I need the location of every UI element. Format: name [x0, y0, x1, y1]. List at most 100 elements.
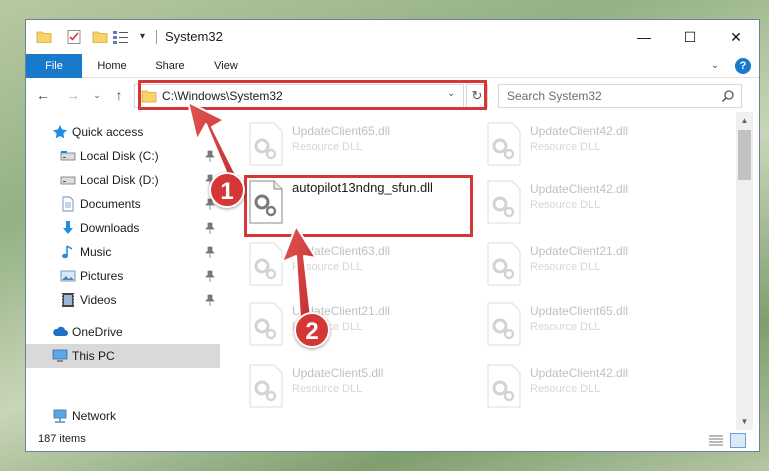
- file-name: UpdateClient65.dll: [292, 124, 391, 138]
- sidebar-item-local-disk-c[interactable]: Local Disk (C:): [26, 144, 220, 168]
- pin-icon[interactable]: [205, 294, 215, 306]
- dll-file-icon: [249, 242, 283, 286]
- properties-icon[interactable]: [66, 29, 82, 45]
- file-name: UpdateClient63.dll: [292, 244, 391, 258]
- pictures-icon: [60, 270, 76, 282]
- vertical-scrollbar[interactable]: ▲ ▼: [736, 112, 753, 430]
- dll-file-icon: [249, 364, 283, 408]
- sidebar-item-label: Downloads: [80, 221, 140, 235]
- maximize-button[interactable]: ☐: [667, 20, 713, 54]
- help-icon[interactable]: ?: [735, 58, 751, 74]
- pin-icon[interactable]: [205, 270, 215, 282]
- view-options-icon[interactable]: [112, 29, 130, 45]
- dll-file-icon: [487, 122, 521, 166]
- pin-icon[interactable]: [205, 150, 215, 162]
- tab-share[interactable]: Share: [142, 54, 198, 78]
- sidebar-item-this-pc[interactable]: This PC: [26, 344, 220, 368]
- dll-file-icon: [487, 242, 521, 286]
- file-type: Resource DLL: [292, 261, 363, 273]
- new-folder-icon[interactable]: [92, 29, 108, 45]
- sidebar-item-label: Pictures: [80, 269, 124, 283]
- sidebar-item-label: Network: [72, 409, 117, 423]
- sidebar-item-music[interactable]: Music: [26, 240, 220, 264]
- file-type: Resource DLL: [530, 141, 601, 153]
- step-2-badge: 2: [294, 312, 330, 348]
- forward-button[interactable]: →: [64, 86, 82, 104]
- sidebar-item-quick-access[interactable]: Quick access: [26, 120, 220, 144]
- file-name: UpdateClient65.dll: [530, 304, 629, 318]
- drive-icon: [60, 176, 76, 185]
- sidebar-item-label: Music: [80, 245, 112, 259]
- back-button[interactable]: ←: [34, 86, 52, 104]
- network-icon: [53, 409, 67, 423]
- search-box[interactable]: [498, 84, 742, 108]
- file-name: UpdateClient42.dll: [530, 124, 629, 138]
- sidebar-item-label: Videos: [80, 293, 117, 307]
- pin-icon[interactable]: [205, 222, 215, 234]
- music-icon: [62, 245, 73, 259]
- dll-file-icon: [487, 302, 521, 346]
- step-1-badge: 1: [209, 172, 245, 208]
- expand-ribbon-icon[interactable]: ⌄: [709, 60, 721, 72]
- sidebar-item-documents[interactable]: Documents: [26, 192, 220, 216]
- list-item[interactable]: UpdateClient5.dll Resource DLL: [244, 360, 474, 416]
- file-type: Resource DLL: [292, 141, 363, 153]
- file-name: UpdateClient42.dll: [530, 182, 629, 196]
- file-type: Resource DLL: [292, 383, 363, 395]
- tab-view[interactable]: View: [200, 54, 252, 78]
- computer-icon: [52, 349, 68, 362]
- list-item[interactable]: UpdateClient42.dll Resource DLL: [482, 360, 712, 416]
- list-item[interactable]: UpdateClient21.dll Resource DLL: [244, 298, 474, 354]
- tab-home[interactable]: Home: [84, 54, 140, 78]
- item-count: 187 items: [38, 433, 86, 445]
- sidebar-item-pictures[interactable]: Pictures: [26, 264, 220, 288]
- list-item[interactable]: UpdateClient42.dll Resource DLL: [482, 176, 712, 232]
- videos-icon: [62, 293, 74, 307]
- close-button[interactable]: ✕: [713, 20, 759, 54]
- sidebar-item-label: OneDrive: [72, 325, 123, 339]
- sidebar-item-videos[interactable]: Videos: [26, 288, 220, 312]
- search-icon[interactable]: [721, 89, 735, 103]
- status-bar: 187 items: [26, 430, 759, 451]
- title-separator: [156, 30, 157, 44]
- tab-file[interactable]: File: [26, 54, 82, 78]
- download-icon: [63, 221, 73, 234]
- large-icons-view-icon[interactable]: [730, 433, 746, 448]
- customize-toolbar-dropdown[interactable]: ▾: [140, 29, 156, 45]
- sidebar-item-local-disk-d[interactable]: Local Disk (D:): [26, 168, 220, 192]
- list-item[interactable]: UpdateClient42.dll Resource DLL: [482, 118, 712, 174]
- minimize-button[interactable]: —: [621, 20, 667, 54]
- cloud-icon: [53, 326, 68, 336]
- window-title: System32: [165, 29, 223, 44]
- sidebar-item-label: Quick access: [72, 125, 144, 139]
- folder-icon[interactable]: [36, 29, 52, 45]
- recent-locations-button[interactable]: ⌄: [88, 86, 106, 104]
- scroll-up-arrow-icon[interactable]: ▲: [736, 112, 753, 129]
- list-item[interactable]: UpdateClient63.dll Resource DLL: [244, 238, 474, 294]
- sidebar-item-label: Documents: [80, 197, 141, 211]
- pin-icon[interactable]: [205, 246, 215, 258]
- file-type: Resource DLL: [530, 199, 601, 211]
- sidebar-item-downloads[interactable]: Downloads: [26, 216, 220, 240]
- sidebar-item-label: This PC: [72, 349, 115, 363]
- list-item[interactable]: UpdateClient21.dll Resource DLL: [482, 238, 712, 294]
- details-view-icon[interactable]: [708, 434, 724, 447]
- up-button[interactable]: ↑: [110, 86, 128, 104]
- address-highlight-frame: [138, 80, 487, 110]
- sidebar-item-label: Local Disk (D:): [80, 173, 159, 187]
- title-bar: ▾ System32 — ☐ ✕: [26, 20, 759, 54]
- search-input[interactable]: [507, 88, 707, 104]
- scroll-down-arrow-icon[interactable]: ▼: [736, 413, 753, 430]
- file-type: Resource DLL: [530, 261, 601, 273]
- scroll-thumb[interactable]: [738, 130, 751, 180]
- ribbon-tabs: File Home Share View ⌄ ?: [26, 54, 759, 78]
- sidebar-item-onedrive[interactable]: OneDrive: [26, 320, 220, 344]
- list-item[interactable]: UpdateClient65.dll Resource DLL: [244, 118, 474, 174]
- dll-file-icon: [249, 122, 283, 166]
- file-name: UpdateClient42.dll: [530, 366, 629, 380]
- sidebar-item-network[interactable]: Network: [26, 404, 220, 428]
- file-name: UpdateClient5.dll: [292, 366, 384, 380]
- list-item[interactable]: UpdateClient65.dll Resource DLL: [482, 298, 712, 354]
- sidebar-item-label: Local Disk (C:): [80, 149, 159, 163]
- dll-file-icon: [487, 364, 521, 408]
